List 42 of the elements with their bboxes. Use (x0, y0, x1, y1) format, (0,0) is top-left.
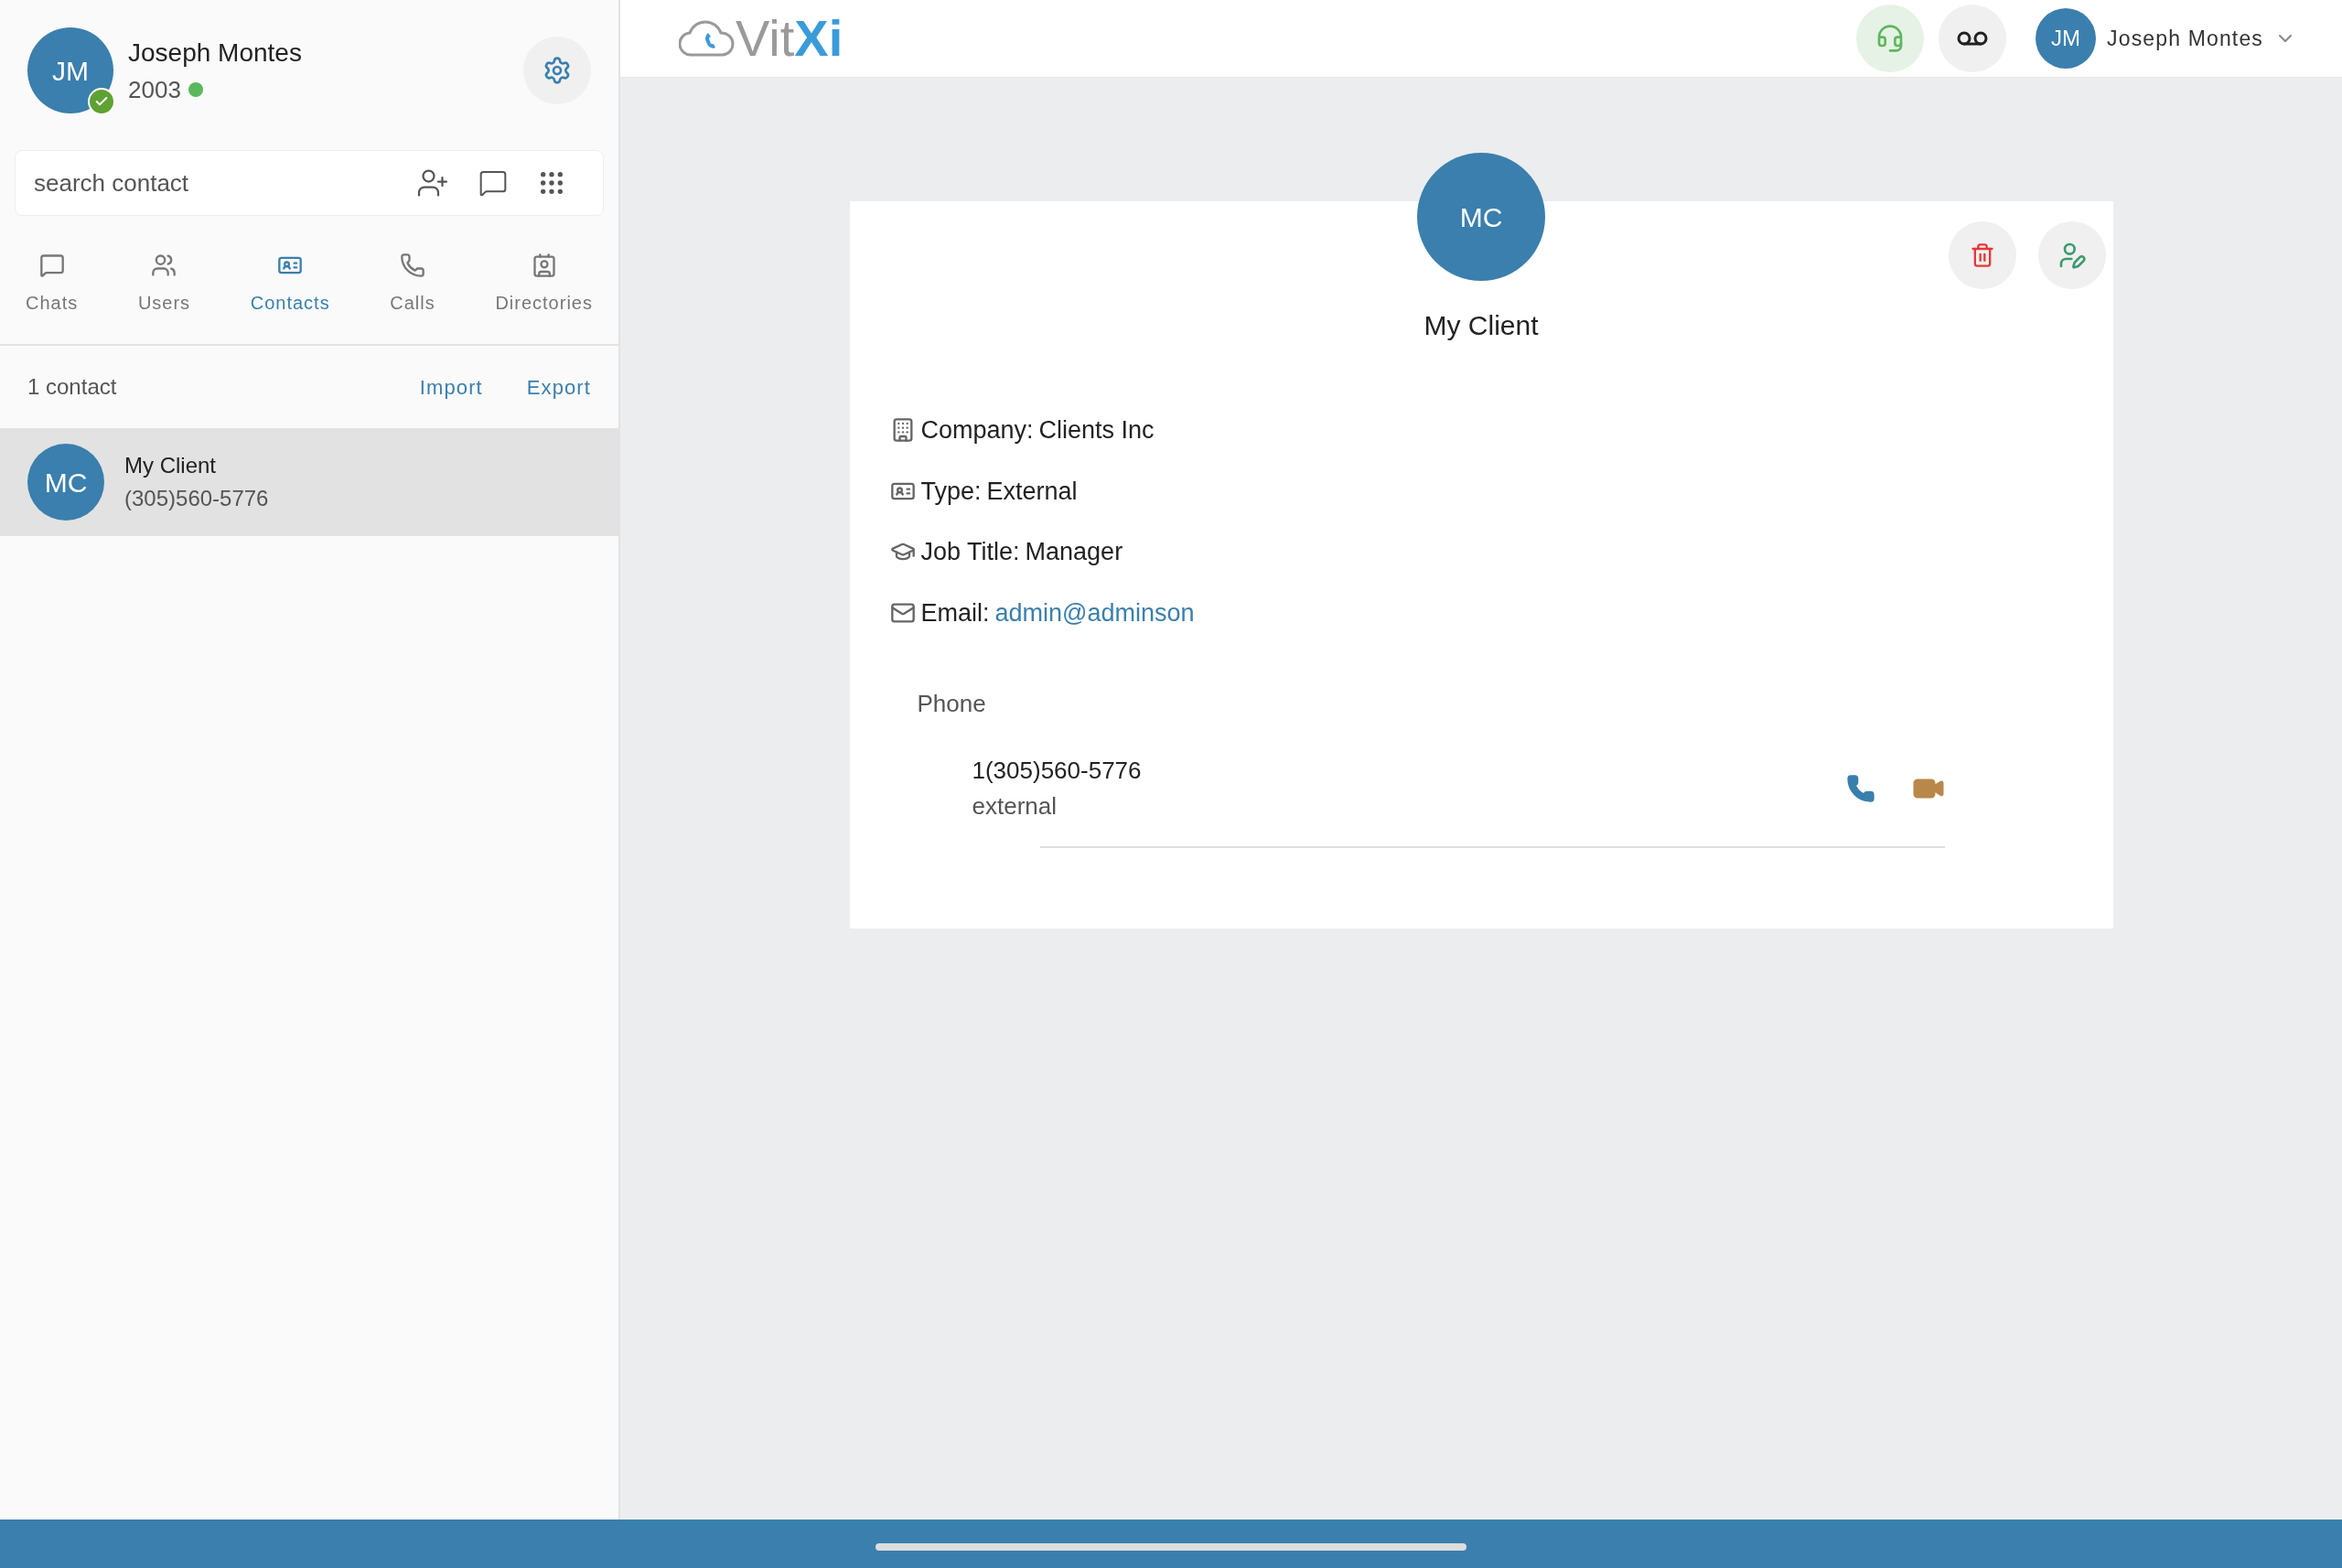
user-name: Joseph Montes (128, 37, 302, 69)
list-action-link[interactable]: Export (526, 371, 591, 403)
contact-list-item[interactable]: MC My Client (305)560-5776 (0, 428, 618, 536)
logo-text: VitXi (736, 13, 843, 64)
address-book-icon (531, 252, 557, 278)
nav-tab[interactable]: Chats (18, 252, 86, 317)
header-avatar: JM (2036, 8, 2097, 69)
contact-avatar: MC (27, 444, 104, 521)
nav-tab[interactable]: Users (130, 252, 199, 317)
contact-phone: (305)560-5776 (124, 485, 269, 512)
nav-tab[interactable]: Contacts (242, 252, 338, 317)
detail-label: Email: (920, 597, 990, 628)
user-menu-button[interactable]: JM Joseph Montes (2036, 8, 2296, 69)
detail-value: Clients Inc (1038, 415, 1155, 446)
contact-count: 1 contact (27, 373, 117, 401)
chat-icon (38, 252, 65, 278)
detail-label: Company: (920, 415, 1034, 446)
phone-icon (400, 252, 425, 278)
user-avatar: JM (27, 27, 113, 113)
users-icon (151, 252, 177, 278)
trash-icon (1969, 242, 1995, 268)
contact-detail-avatar: MC (1417, 153, 1545, 281)
user-extension: 2003 (128, 74, 181, 105)
nav-tab[interactable]: Directories (488, 252, 600, 317)
contact-name: My Client (124, 452, 218, 479)
gear-icon (543, 56, 572, 85)
detail-label: Type: (920, 476, 982, 507)
message-icon[interactable] (478, 168, 508, 198)
list-action-link[interactable]: Import (419, 371, 483, 403)
header-user-name: Joseph Montes (2107, 25, 2263, 52)
contact-detail-name: My Client (1423, 309, 1539, 342)
phone-number: 1(305)560-5776 (972, 756, 1142, 786)
email-link[interactable]: admin@adminson (994, 594, 1195, 631)
search-field[interactable]: search contact (34, 165, 402, 201)
detail-value: Manager (1025, 537, 1123, 567)
search-bar[interactable]: search contact (15, 150, 604, 216)
phone-heading: Phone (917, 689, 986, 719)
detail-value: External (986, 476, 1078, 507)
phone-type: external (972, 791, 1058, 822)
detail-label: Job Title: (920, 537, 1020, 567)
call-icon[interactable] (1845, 774, 1875, 803)
nav-tab[interactable]: Calls (382, 252, 443, 317)
